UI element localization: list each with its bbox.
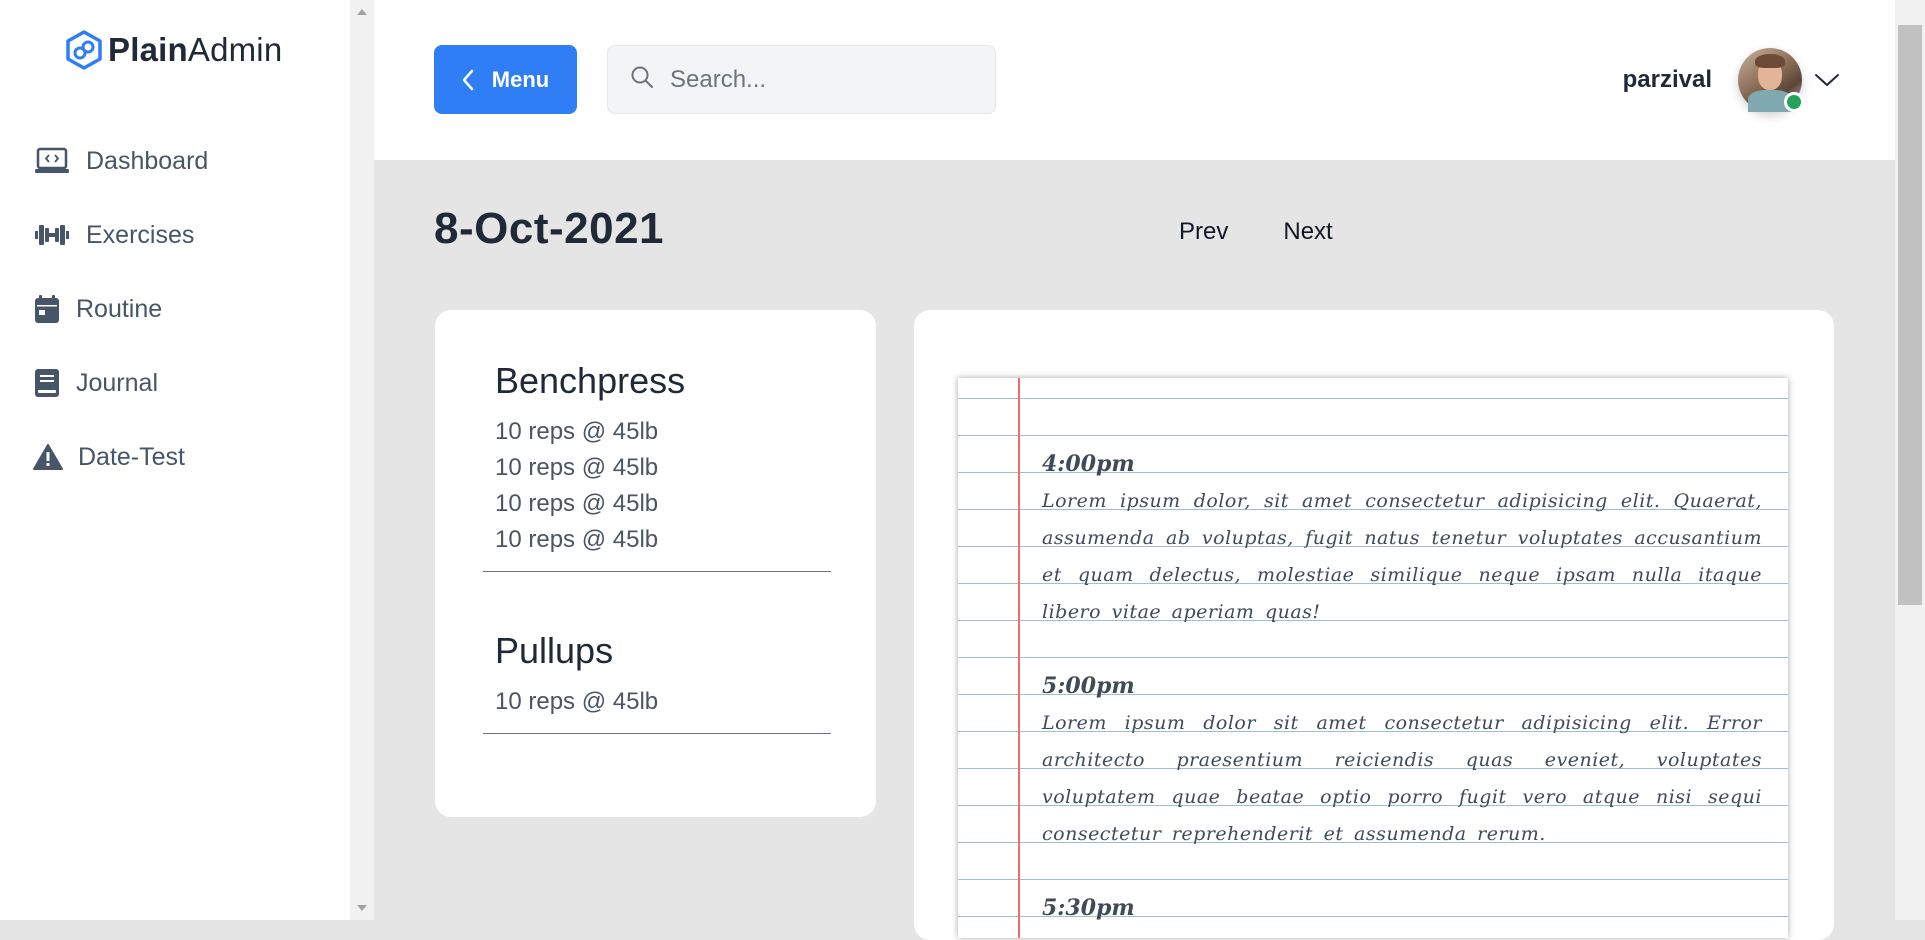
sidebar-item-label: Journal [76, 368, 158, 397]
search-input[interactable] [670, 65, 970, 94]
chevron-down-icon[interactable] [1814, 72, 1840, 88]
menu-button-label: Menu [491, 66, 550, 92]
sidebar-item-date-test[interactable]: Date-Test [32, 420, 332, 494]
journal-entry: 5:30pm [1042, 890, 1762, 927]
paper-margin-line [1018, 378, 1020, 938]
journal-entry: 5:00pm Lorem ipsum dolor sit amet consec… [1042, 668, 1762, 853]
date-pager: Prev Next [1179, 218, 1333, 246]
journal-paper: 4:00pm Lorem ipsum dolor, sit amet conse… [958, 378, 1788, 938]
sidebar-item-label: Date-Test [78, 442, 185, 471]
app-logo[interactable]: PlainAdmin [64, 28, 282, 72]
dumbbell-icon [32, 215, 72, 255]
page-scrollbar[interactable] [1895, 0, 1925, 920]
entry-text: Lorem ipsum dolor sit amet consectetur a… [1042, 712, 1762, 845]
exercise-block: Benchpress 10 reps @ 45lb 10 reps @ 45lb… [483, 360, 831, 572]
warning-icon [32, 437, 64, 477]
sidebar: PlainAdmin Dashboard Exercises Routine J… [0, 0, 350, 920]
prev-button[interactable]: Prev [1179, 218, 1228, 246]
menu-button[interactable]: Menu [434, 45, 577, 114]
laptop-code-icon [32, 141, 72, 181]
calendar-icon [32, 289, 62, 329]
journal-entries: 4:00pm Lorem ipsum dolor, sit amet conse… [1042, 446, 1762, 938]
exercise-set: 10 reps @ 45lb [495, 526, 659, 553]
chevron-left-icon [462, 69, 474, 91]
logo-icon [66, 30, 102, 70]
exercise-name: Benchpress [495, 360, 686, 401]
user-menu[interactable]: parzival [1623, 45, 1840, 115]
entry-time: 5:00pm [1042, 673, 1135, 699]
exercise-block: Pullups 10 reps @ 45lb [483, 630, 831, 734]
exercise-set: 10 reps @ 45lb [495, 490, 659, 517]
exercises-card: Benchpress 10 reps @ 45lb 10 reps @ 45lb… [435, 310, 876, 817]
exercise-set: 10 reps @ 45lb [495, 454, 659, 481]
top-header: Menu parzival [374, 0, 1895, 160]
sidebar-item-label: Exercises [86, 220, 195, 249]
avatar[interactable] [1738, 48, 1804, 112]
sidebar-nav: Dashboard Exercises Routine Journal Date… [32, 124, 332, 494]
scroll-up-arrow-icon[interactable] [357, 9, 367, 15]
sidebar-item-exercises[interactable]: Exercises [32, 198, 332, 272]
exercise-set: 10 reps @ 45lb [495, 418, 659, 445]
sidebar-item-label: Routine [76, 294, 163, 323]
search-icon [630, 65, 654, 94]
scrollbar-thumb[interactable] [1898, 25, 1922, 605]
search-box[interactable] [607, 45, 996, 114]
sidebar-item-routine[interactable]: Routine [32, 272, 332, 346]
logo-text: PlainAdmin [108, 31, 283, 68]
exercise-name: Pullups [495, 630, 614, 671]
online-status-indicator [1784, 92, 1804, 112]
exercise-set: 10 reps @ 45lb [495, 688, 659, 715]
journal-entry: 4:00pm Lorem ipsum dolor, sit amet conse… [1042, 446, 1762, 631]
username: parzival [1622, 66, 1712, 93]
entry-time: 5:30pm [1042, 895, 1135, 921]
sidebar-item-label: Dashboard [86, 146, 209, 175]
sidebar-scrollbar[interactable] [350, 0, 374, 920]
sidebar-item-dashboard[interactable]: Dashboard [32, 124, 332, 198]
next-button[interactable]: Next [1283, 218, 1332, 246]
entry-time: 4:00pm [1042, 451, 1135, 477]
sidebar-item-journal[interactable]: Journal [32, 346, 332, 420]
entry-text: Lorem ipsum dolor, sit amet consectetur … [1042, 490, 1762, 623]
book-icon [32, 363, 62, 403]
scroll-down-arrow-icon[interactable] [357, 905, 367, 911]
page-title: 8-Oct-2021 [434, 204, 665, 253]
